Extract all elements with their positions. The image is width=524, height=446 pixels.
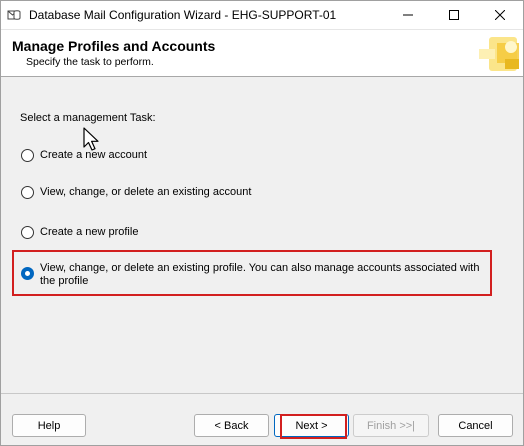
option-label: View, change, or delete an existing acco… bbox=[40, 186, 252, 198]
radio-button-selected[interactable] bbox=[21, 267, 34, 280]
footer-divider bbox=[1, 393, 523, 394]
database-mail-icon bbox=[7, 8, 21, 22]
finish-button: Finish >>| bbox=[353, 414, 429, 437]
maximize-icon bbox=[449, 10, 459, 20]
mouse-cursor-icon bbox=[83, 127, 103, 153]
option-label: View, change, or delete an existing prof… bbox=[40, 262, 480, 287]
page-title: Manage Profiles and Accounts bbox=[12, 38, 216, 54]
option-manage-profile[interactable]: View, change, or delete an existing prof… bbox=[21, 262, 489, 288]
minimize-icon bbox=[403, 14, 413, 16]
radio-button[interactable] bbox=[21, 226, 34, 239]
option-manage-account[interactable]: View, change, or delete an existing acco… bbox=[21, 186, 251, 199]
help-button[interactable]: Help bbox=[12, 414, 86, 437]
back-button[interactable]: < Back bbox=[194, 414, 269, 437]
wizard-banner-icon bbox=[475, 33, 523, 75]
close-icon bbox=[495, 10, 505, 20]
option-create-profile[interactable]: Create a new profile bbox=[21, 226, 138, 239]
close-button[interactable] bbox=[477, 1, 523, 29]
maximize-button[interactable] bbox=[431, 1, 477, 29]
radio-button[interactable] bbox=[21, 149, 34, 162]
cancel-button[interactable]: Cancel bbox=[438, 414, 513, 437]
page-subtitle: Specify the task to perform. bbox=[26, 56, 154, 68]
window-title: Database Mail Configuration Wizard - EHG… bbox=[29, 8, 337, 22]
highlight-box bbox=[280, 414, 347, 439]
task-label: Select a management Task: bbox=[20, 112, 156, 124]
wizard-header: Manage Profiles and Accounts Specify the… bbox=[1, 29, 523, 77]
wizard-window: Database Mail Configuration Wizard - EHG… bbox=[0, 0, 524, 446]
minimize-button[interactable] bbox=[385, 1, 431, 29]
radio-button[interactable] bbox=[21, 186, 34, 199]
option-label: Create a new profile bbox=[40, 226, 139, 238]
title-bar: Database Mail Configuration Wizard - EHG… bbox=[1, 1, 523, 29]
